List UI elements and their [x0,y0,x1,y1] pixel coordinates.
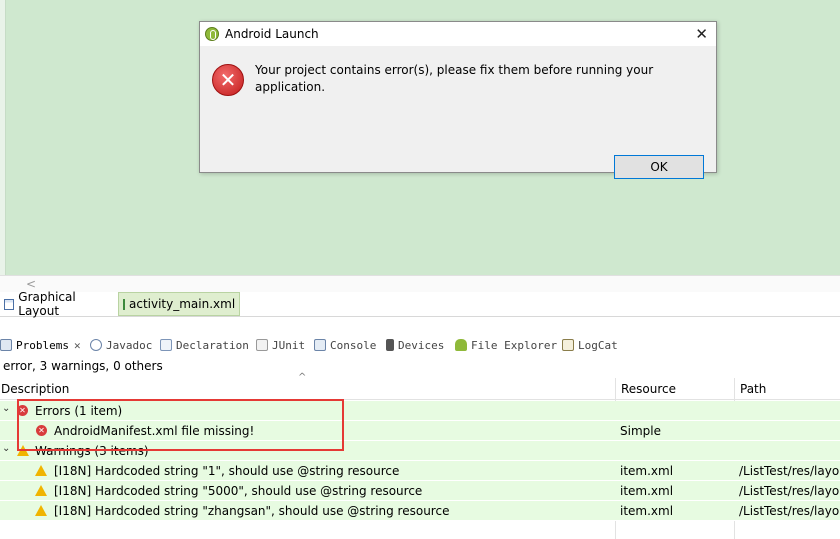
tab-problems[interactable]: Problems ✕ [0,336,81,354]
console-icon [314,339,326,351]
problems-summary: error, 3 warnings, 0 others [3,359,163,373]
row-description: [I18N] Hardcoded string "zhangsan", shou… [54,504,450,518]
tab-label: JUnit [272,338,306,352]
dialog-title-bar[interactable]: Android Launch ✕ [200,22,716,46]
expand-toggle-icon[interactable]: ⌄ [2,403,10,414]
table-row[interactable]: ✕ AndroidManifest.xml file missing! Simp… [0,421,840,441]
error-icon: ✕ [212,64,244,96]
row-description: Warnings (3 items) [35,444,149,458]
tab-label: Javadoc [106,338,153,352]
tab-declaration[interactable]: Declaration [160,336,249,354]
column-header-description[interactable]: Description [1,382,69,396]
tab-label: File Explorer [471,338,558,352]
tab-label: Console [330,338,377,352]
row-resource: item.xml [620,504,674,518]
android-launch-dialog: Android Launch ✕ ✕ Your project contains… [199,21,717,179]
error-icon: ✕ [36,425,47,436]
tab-junit[interactable]: JUnit [256,336,305,354]
row-resource: item.xml [620,464,674,478]
row-path: /ListTest/res/layo [739,484,840,498]
row-description: [I18N] Hardcoded string "1", should use … [54,464,400,478]
row-resource: Simple [620,424,661,438]
row-path: /ListTest/res/layo [739,464,840,478]
problems-icon [0,339,12,351]
tab-logcat[interactable]: LogCat [562,336,618,354]
devices-icon [386,339,394,351]
android-icon [455,339,467,351]
table-row[interactable]: [I18N] Hardcoded string "1", should use … [0,461,840,481]
xml-file-icon [123,298,125,310]
junit-icon [256,339,268,351]
dialog-body: ✕ Your project contains error(s), please… [200,46,716,179]
editor-tab-bar: Graphical Layout activity_main.xml [0,290,840,318]
canvas-ruler [0,0,6,275]
views-tab-bar: Problems ✕ Javadoc Declaration JUnit Con… [0,334,840,356]
expand-toggle-icon[interactable]: ⌄ [2,443,10,454]
column-header-resource[interactable]: Resource [621,382,676,396]
column-header-path[interactable]: Path [740,382,766,396]
row-description: [I18N] Hardcoded string "5000", should u… [54,484,423,498]
table-row[interactable]: [I18N] Hardcoded string "zhangsan", shou… [0,501,840,521]
warning-icon [35,505,47,516]
close-icon[interactable]: ✕ [695,25,708,43]
problems-table: Description Resource Path ⌄ ✕ Errors (1 … [0,378,840,539]
row-resource: item.xml [620,484,674,498]
scroll-left-icon[interactable]: < [26,277,36,291]
tab-file-explorer[interactable]: File Explorer [455,336,557,354]
row-description: Errors (1 item) [35,404,123,418]
warning-icon [35,485,47,496]
horizontal-scrollbar[interactable]: < [0,275,840,292]
logcat-icon [562,339,574,351]
table-row-errors-group[interactable]: ⌄ ✕ Errors (1 item) [0,401,840,421]
tab-graphical-layout[interactable]: Graphical Layout [0,290,116,318]
warning-icon [35,465,47,476]
tab-label: LogCat [578,338,618,352]
tab-javadoc[interactable]: Javadoc [90,336,152,354]
ok-button[interactable]: OK [614,155,704,179]
tab-label: activity_main.xml [129,297,236,311]
javadoc-icon [90,339,102,351]
layout-icon [4,298,15,310]
tab-label: Problems [16,338,69,352]
table-header: Description Resource Path [0,378,840,400]
row-description: AndroidManifest.xml file missing! [54,424,255,438]
tab-devices[interactable]: Devices [386,336,444,354]
eclipse-icon [205,27,219,41]
row-path: /ListTest/res/layo [739,504,840,518]
tab-label: Declaration [176,338,249,352]
sort-indicator-icon: ^ [298,372,307,383]
dialog-title: Android Launch [225,27,319,41]
warning-icon [17,445,29,456]
table-row[interactable]: [I18N] Hardcoded string "5000", should u… [0,481,840,501]
close-icon[interactable]: ✕ [74,339,81,352]
dialog-message: Your project contains error(s), please f… [255,63,654,94]
tab-console[interactable]: Console [314,336,376,354]
declaration-icon [160,339,172,351]
table-row-warnings-group[interactable]: ⌄ Warnings (3 items) [0,441,840,461]
tab-activity-main-xml[interactable]: activity_main.xml [118,292,240,316]
tab-label: Devices [398,338,445,352]
error-icon: ✕ [17,405,28,416]
tab-label: Graphical Layout [18,290,76,318]
